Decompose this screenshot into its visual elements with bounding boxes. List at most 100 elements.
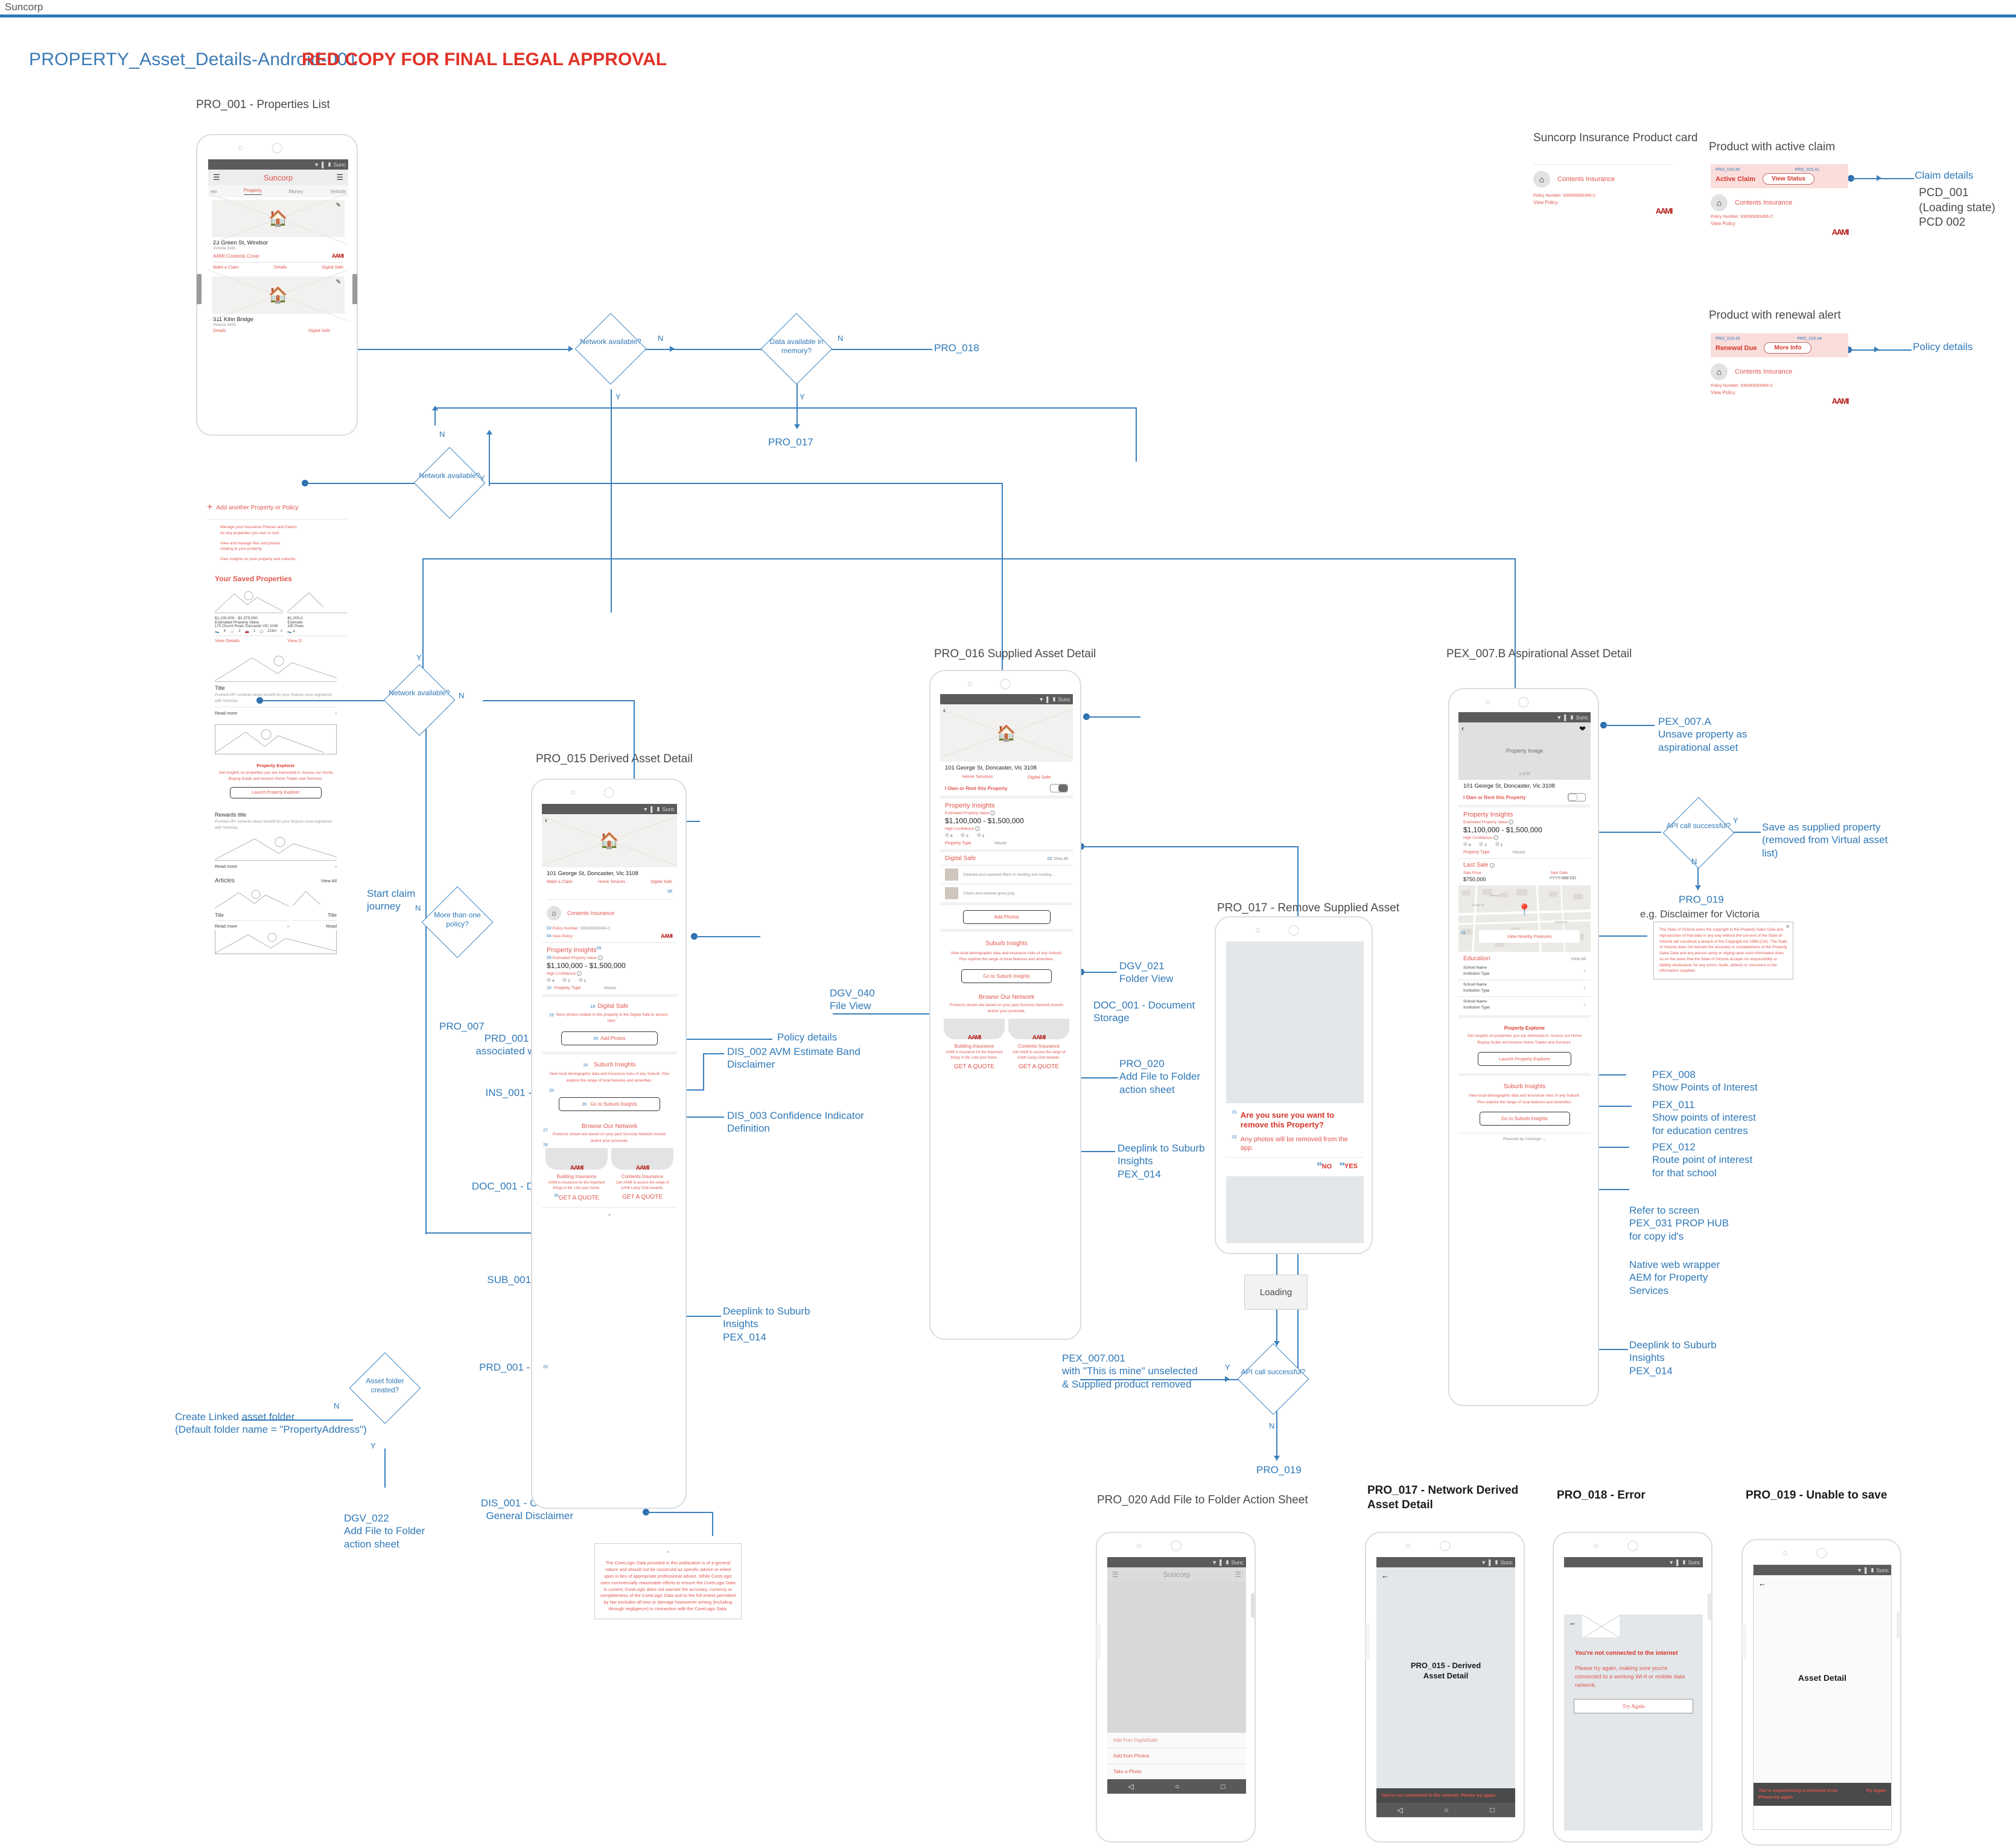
info-icon[interactable]: i [990,811,996,815]
home-nav-icon[interactable]: ○ [1444,1806,1448,1814]
add-photos-button[interactable]: Add Photos [962,910,1051,924]
school-row[interactable]: School Name Institution Type › [1458,997,1591,1013]
info-icon[interactable]: i [597,955,603,960]
article-read-more-1[interactable]: Read more [215,923,237,929]
home-services-link[interactable]: Home Sevices [598,880,625,885]
view-policy-link[interactable]: View Policy [1711,221,1848,226]
edit-icon[interactable]: ✎ [336,202,341,209]
school-row[interactable]: School Name Institution Type › [1458,980,1591,996]
dialog-yes-button[interactable]: YES [1344,1163,1358,1170]
digital-safe-link[interactable]: Digital Safe [1028,774,1051,780]
get-a-quote-button-1[interactable]: GET A QUOTE [944,1063,1005,1070]
view-nearby-features-button[interactable]: View Nearby Features [1479,930,1580,943]
more-icon[interactable]: ☰ [1235,1570,1241,1579]
make-a-claim-link[interactable]: Make a Claim [547,880,573,885]
file-row[interactable]: Check and cleaned grout.png [940,884,1073,902]
scrim[interactable] [1107,1582,1246,1733]
articles-view-all-link[interactable]: View All [321,878,337,884]
heart-icon[interactable]: ❤ [1579,724,1586,734]
collapse-chevron[interactable]: ⌃ [600,1550,736,1558]
action-add-from-photos[interactable]: Add from Photos [1107,1748,1246,1764]
view-details-link-2[interactable]: View D [287,638,347,643]
more-info-button[interactable]: More Info [1764,342,1812,354]
view-details-link-1[interactable]: View Details [215,638,283,643]
map[interactable]: George St George St Botany Dr 📍 01 View … [1458,885,1591,952]
tab-money[interactable]: Money [289,189,304,194]
chevron-right-icon[interactable]: › [335,864,337,869]
education-view-all-link[interactable]: View All [1571,957,1586,961]
digital-safe-link[interactable]: Digital Safe [650,880,672,885]
plus-icon[interactable]: + [207,502,212,513]
read-more-link[interactable]: Read more [215,710,237,716]
back-arrow-icon[interactable]: ← [1381,1571,1389,1580]
back-nav-icon[interactable]: ◁ [1397,1806,1402,1814]
close-icon[interactable]: ✕ [1785,923,1790,931]
add-property-cta[interactable]: Add another Property or Policy [216,505,298,511]
view-all-link[interactable]: View All [1054,857,1068,861]
view-status-button[interactable]: View Status [1763,173,1814,185]
launch-property-explorer-button[interactable]: Launch Property Explorer [230,786,322,798]
get-a-quote-button-1[interactable]: 30GET A QUOTE [545,1194,608,1201]
info-icon[interactable]: i [1509,820,1514,824]
get-a-quote-button-2[interactable]: GET A QUOTE [1008,1063,1069,1070]
back-icon[interactable]: ‹ [943,706,946,715]
chevron-right-icon[interactable]: › [1583,984,1586,992]
back-arrow-icon[interactable]: ← [1758,1579,1766,1588]
back-icon[interactable]: ‹ [545,816,547,824]
rewards-read-more-link[interactable]: Read more [215,864,237,869]
tab-vehicle[interactable]: Vehicle [330,189,346,194]
home-nav-icon[interactable]: ○ [1175,1782,1179,1791]
add-photos-button[interactable]: 20 Add Photos [561,1031,658,1046]
go-to-suburb-insights-button[interactable]: Go to Suburb Insights [961,969,1052,983]
tab-bar[interactable]: ew Property Money Vehicle [208,185,348,197]
school-row[interactable]: School Name Institution Type › [1458,963,1591,980]
file-row[interactable]: Cleaned and replaced filters in heating … [940,865,1073,884]
expand-disclaimer-chevron[interactable]: ⌄ [542,1208,677,1220]
article-read-more-2[interactable]: Read [293,923,337,929]
own-rent-toggle[interactable] [1568,793,1586,801]
more-icon[interactable]: ☰ [336,173,343,182]
get-a-quote-button-2[interactable]: GET A QUOTE [611,1194,673,1200]
back-nav-icon[interactable]: ◁ [1128,1782,1133,1791]
chevron-right-icon[interactable]: › [287,923,289,929]
android-nav-bar[interactable]: ◁ ○ □ [1376,1803,1515,1817]
try-again-button[interactable]: Try Again [1574,1699,1693,1714]
info-icon[interactable]: i [975,826,980,831]
go-to-suburb-insights-button[interactable]: 26 Go to Suburb Insights [559,1097,660,1112]
digital-safe-link-1[interactable]: Digital Safe [322,266,343,270]
chevron-right-icon[interactable]: › [1583,967,1586,975]
action-add-from-digitalsafe[interactable]: Add from DigitalSafe [1107,1733,1246,1748]
menu-icon[interactable]: ☰ [213,173,220,182]
toast-try-again-button[interactable]: Try Again [1866,1788,1886,1793]
network-card-title-2: Contents Insurance [1017,1043,1060,1049]
home-services-link[interactable]: Home Services [962,774,993,780]
back-arrow-icon[interactable]: ← [1569,1618,1577,1627]
tab-overview[interactable]: ew [211,189,217,194]
flow-arrow [1874,346,1879,352]
digital-safe-link-2[interactable]: Digital Safe [308,329,330,334]
launch-property-explorer-button[interactable]: Launch Property Explorer [1478,1052,1571,1066]
chevron-right-icon[interactable]: › [1583,1001,1586,1008]
info-icon[interactable]: i [1493,835,1498,840]
action-take-a-photo[interactable]: Take a Photo [1107,1764,1246,1779]
view-policy-link[interactable]: View Policy [553,934,573,938]
back-icon[interactable]: ‹ [1461,724,1464,733]
view-policy-link[interactable]: View Policy [1533,200,1672,205]
info-icon[interactable]: i [576,970,582,976]
details-link-2[interactable]: Details [213,329,226,334]
view-policy-link[interactable]: View Policy [1711,390,1848,395]
own-rent-toggle[interactable] [1050,784,1068,792]
android-nav-bar[interactable]: ◁ ○ □ [1107,1779,1246,1794]
signal-icon: ▌ [1046,696,1051,703]
recents-nav-icon[interactable]: □ [1221,1782,1225,1791]
chevron-right-icon[interactable]: › [335,710,337,716]
tab-property[interactable]: Property [243,188,262,195]
info-icon[interactable]: i [1490,863,1495,868]
go-to-suburb-insights-button[interactable]: Go to Suburb Insights [1479,1111,1570,1126]
recents-nav-icon[interactable]: □ [1490,1806,1494,1814]
details-link-1[interactable]: Details [274,266,287,270]
menu-icon[interactable]: ☰ [1112,1570,1119,1579]
make-a-claim-link-1[interactable]: Make a Claim [213,266,239,270]
edit-icon[interactable]: ✎ [336,279,341,285]
dialog-no-button[interactable]: NO [1322,1163,1332,1170]
